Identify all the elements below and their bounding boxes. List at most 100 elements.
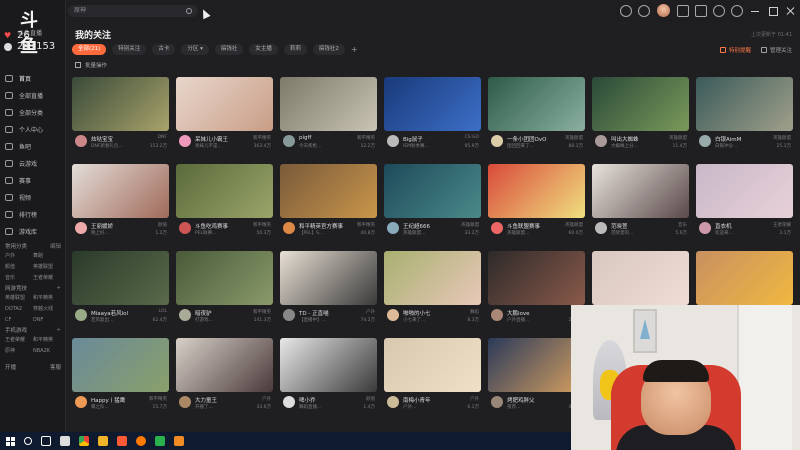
start-stream-button[interactable]: 开播: [5, 363, 16, 371]
category-tag[interactable]: 英雄联盟: [33, 263, 61, 271]
streamer-name[interactable]: 叫出大蜘蛛: [611, 135, 663, 143]
streamer-avatar[interactable]: [283, 396, 295, 408]
app-icon[interactable]: [174, 436, 184, 446]
tab-all[interactable]: 全部(21): [72, 44, 107, 55]
stream-card[interactable]: 炫哒宝宝 DNF DNF新春礼包… 113.2万: [72, 77, 169, 160]
streamer-name[interactable]: 炫哒宝宝: [91, 135, 143, 143]
streamer-avatar[interactable]: [491, 222, 503, 234]
streamer-avatar[interactable]: [491, 135, 503, 147]
sidebar-item-video[interactable]: 视频: [0, 189, 66, 206]
category-tag[interactable]: 原神: [5, 347, 33, 355]
stream-card[interactable]: 啤小乔 颜值 舞蹈直播… 1.4万: [280, 338, 377, 421]
streamer-avatar[interactable]: [387, 396, 399, 408]
streamer-name[interactable]: 王纪超666: [403, 222, 455, 230]
stream-thumbnail[interactable]: [488, 164, 585, 218]
close-icon[interactable]: [786, 6, 796, 16]
stream-card[interactable]: 呆妹儿小霸王 和平精英 呆妹儿不是… 363.4万: [176, 77, 273, 160]
category-tag[interactable]: 舞蹈: [33, 252, 61, 260]
category-tag[interactable]: 音乐: [5, 274, 33, 282]
avatar[interactable]: [657, 4, 670, 17]
add-tab-icon[interactable]: +: [351, 44, 358, 55]
category-tag[interactable]: 英雄联盟: [5, 294, 33, 302]
windows-icon[interactable]: [6, 436, 15, 446]
stream-thumbnail[interactable]: [280, 251, 377, 305]
streamer-name[interactable]: 大力童王: [195, 396, 247, 404]
tab-special[interactable]: 特别关注: [112, 44, 147, 55]
sidebar-item-categories[interactable]: 全部分类: [0, 104, 66, 121]
streamer-name[interactable]: 呆妹儿小霸王: [195, 135, 247, 143]
streamer-avatar[interactable]: [179, 396, 191, 408]
stream-thumbnail[interactable]: [696, 164, 793, 218]
streamer-name[interactable]: TD - 正直喵: [299, 309, 351, 317]
stream-card[interactable]: 范晓萱 音乐 范晓萱的… 5.6万: [592, 164, 689, 247]
streamer-name[interactable]: Big鼠子: [403, 135, 455, 143]
chrome-icon[interactable]: [79, 436, 89, 446]
streamer-avatar[interactable]: [595, 222, 607, 234]
tab-category[interactable]: 分区 ▾: [181, 44, 209, 55]
stream-thumbnail[interactable]: [592, 251, 689, 305]
tab-group-1[interactable]: 搞钱社: [214, 44, 244, 55]
sidebar-item-events[interactable]: 赛事: [0, 172, 66, 189]
settings-icon[interactable]: [731, 4, 743, 17]
streamer-avatar[interactable]: [179, 309, 191, 321]
category-tag[interactable]: 户外: [5, 252, 33, 260]
search-icon[interactable]: [24, 437, 32, 445]
tab-lili[interactable]: 莉莉: [283, 44, 307, 55]
streamer-name[interactable]: Miaaya若风lol: [91, 309, 143, 317]
streamer-name[interactable]: 直衣机: [715, 222, 767, 230]
taobao-icon[interactable]: [136, 436, 146, 446]
streamer-name[interactable]: 啤小乔: [299, 396, 351, 404]
stream-card[interactable]: pigff 和平精英 今天练枪… 12.2万: [280, 77, 377, 160]
streamer-name[interactable]: 大鹏love: [507, 309, 559, 317]
streamer-avatar[interactable]: [595, 135, 607, 147]
douyu-icon[interactable]: [117, 436, 127, 446]
stream-thumbnail[interactable]: [176, 338, 273, 392]
streamer-name[interactable]: 王丽媛娇: [91, 222, 143, 230]
stream-card[interactable]: Miaaya若风lol LOL 若风复出… 62.4万: [72, 251, 169, 334]
sidebar-item-rank[interactable]: 排行榜: [0, 206, 66, 223]
streamer-avatar[interactable]: [283, 222, 295, 234]
streamer-name[interactable]: 南梅小青年: [403, 396, 455, 404]
plus-icon[interactable]: +: [56, 285, 61, 291]
category-tag[interactable]: 王者荣耀: [5, 336, 33, 344]
streamer-name[interactable]: 烤肥鸡胖父: [507, 396, 559, 404]
streamer-avatar[interactable]: [491, 309, 503, 321]
streamer-avatar[interactable]: [75, 396, 87, 408]
streamer-name[interactable]: 斗鱼吃鸡赛事: [195, 222, 247, 230]
stream-card[interactable]: 直衣机 王者荣耀 欢迎来… 3.1万: [696, 164, 793, 247]
category-tag[interactable]: 颜值: [5, 263, 33, 271]
stream-thumbnail[interactable]: [280, 77, 377, 131]
browser-icon[interactable]: [155, 436, 165, 446]
stream-thumbnail[interactable]: [592, 164, 689, 218]
batch-operation-button[interactable]: 批量操作: [75, 61, 107, 69]
message-icon[interactable]: [713, 4, 725, 17]
stream-thumbnail[interactable]: [488, 77, 585, 131]
stream-card[interactable]: Happy丨猛鹰 和平精英 鹰之队… 15.7万: [72, 338, 169, 421]
sidebar-item-fishbar[interactable]: 鱼吧: [0, 138, 66, 155]
stream-thumbnail[interactable]: [696, 77, 793, 131]
stream-card[interactable]: 南梅小青年 户外 户外… 6.1万: [384, 338, 481, 421]
stream-card[interactable]: 斗鱼联盟赛事 英雄联盟 英雄联盟… 60.0万: [488, 164, 585, 247]
streamer-name[interactable]: 暗夜驴: [195, 309, 247, 317]
download-icon[interactable]: [638, 4, 650, 17]
streamer-avatar[interactable]: [699, 222, 711, 234]
category-tag[interactable]: NBA2K: [33, 347, 61, 355]
stream-card[interactable]: 啪啪的小七 舞蹈 小七来了… 8.3万: [384, 251, 481, 334]
stream-thumbnail[interactable]: [384, 164, 481, 218]
stream-thumbnail[interactable]: [72, 77, 169, 131]
stream-thumbnail[interactable]: [384, 338, 481, 392]
history-icon[interactable]: [620, 4, 632, 17]
streamer-avatar[interactable]: [179, 135, 191, 147]
stream-card[interactable]: 大力童王 户外 开播了… 33.6万: [176, 338, 273, 421]
search-icon[interactable]: [186, 8, 192, 14]
maximize-icon[interactable]: [768, 6, 778, 16]
clothing-icon[interactable]: [677, 4, 689, 17]
sidebar-item-cloud-game[interactable]: 云游戏: [0, 155, 66, 172]
streamer-avatar[interactable]: [75, 309, 87, 321]
streamer-avatar[interactable]: [699, 135, 711, 147]
stream-thumbnail[interactable]: [384, 251, 481, 305]
sidebar-item-profile[interactable]: 个人中心: [0, 121, 66, 138]
tab-group-2[interactable]: 搞钱社2: [312, 44, 345, 55]
category-tag[interactable]: DNF: [33, 316, 61, 324]
stream-thumbnail[interactable]: [592, 77, 689, 131]
